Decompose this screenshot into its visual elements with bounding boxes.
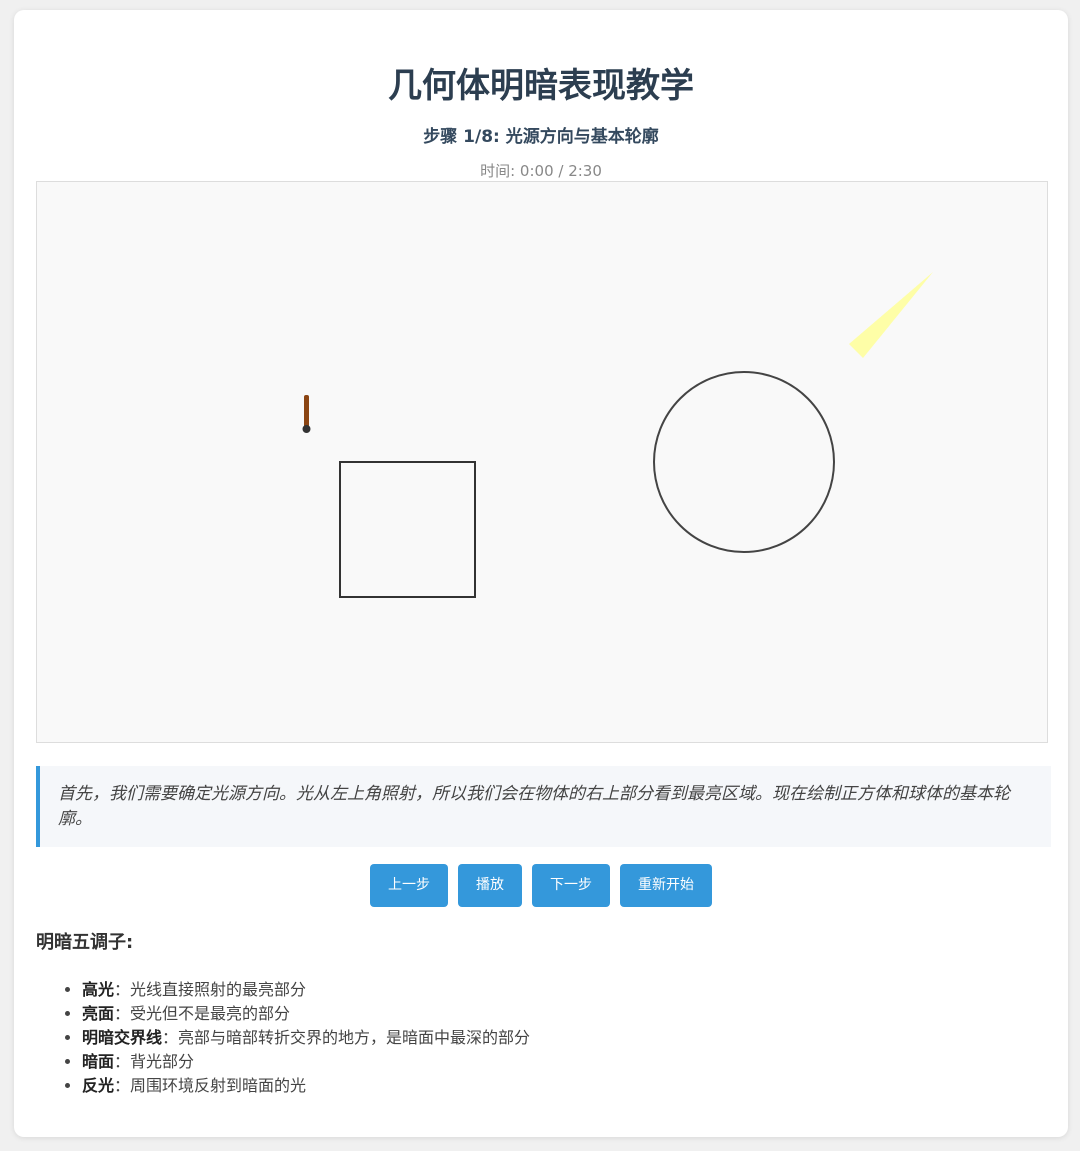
play-button[interactable]: 播放 bbox=[458, 864, 522, 907]
tone-separator: ： bbox=[162, 1028, 179, 1047]
tone-separator: ： bbox=[114, 980, 131, 999]
tone-separator: ： bbox=[114, 1004, 131, 1023]
sphere-outline bbox=[653, 371, 835, 553]
tone-term: 亮面 bbox=[82, 1004, 115, 1023]
list-item: 明暗交界线：亮部与暗部转折交界的地方，是暗面中最深的部分 bbox=[82, 1026, 530, 1050]
pencil-body bbox=[304, 395, 309, 429]
step-description-text: 首先，我们需要确定光源方向。光从左上角照射，所以我们会在物体的右上部分看到最亮区… bbox=[58, 783, 1010, 829]
list-item: 反光：周围环境反射到暗面的光 bbox=[82, 1074, 530, 1098]
cube-outline bbox=[339, 461, 476, 598]
tone-description: 背光部分 bbox=[130, 1052, 195, 1071]
list-item: 亮面：受光但不是最亮的部分 bbox=[82, 1002, 530, 1026]
list-item: 暗面：背光部分 bbox=[82, 1050, 530, 1074]
tone-term: 明暗交界线 bbox=[82, 1028, 163, 1047]
tone-term: 高光 bbox=[82, 980, 115, 999]
list-item: 高光：光线直接照射的最亮部分 bbox=[82, 978, 530, 1002]
playback-controls: 上一步 播放 下一步 重新开始 bbox=[14, 864, 1068, 907]
tone-term: 暗面 bbox=[82, 1052, 115, 1071]
tone-term: 反光 bbox=[82, 1076, 115, 1095]
prev-step-button[interactable]: 上一步 bbox=[370, 864, 448, 907]
tone-separator: ： bbox=[114, 1052, 131, 1071]
drawing-svg bbox=[302, 272, 933, 598]
tones-heading: 明暗五调子: bbox=[36, 932, 134, 953]
restart-button[interactable]: 重新开始 bbox=[620, 864, 712, 907]
step-title: 步骤 1/8: 光源方向与基本轮廓 bbox=[423, 127, 659, 147]
page-title: 几何体明暗表现教学 bbox=[388, 66, 694, 106]
tone-description: 受光但不是最亮的部分 bbox=[130, 1004, 291, 1023]
tone-description: 周围环境反射到暗面的光 bbox=[130, 1076, 307, 1095]
tone-description: 光线直接照射的最亮部分 bbox=[130, 980, 307, 999]
next-step-button[interactable]: 下一步 bbox=[532, 864, 610, 907]
lesson-card: 几何体明暗表现教学 步骤 1/8: 光源方向与基本轮廓 时间: 0:00 / 2… bbox=[14, 10, 1068, 1137]
tone-separator: ： bbox=[114, 1076, 131, 1095]
time-display: 时间: 0:00 / 2:30 bbox=[480, 162, 602, 180]
pencil-tip bbox=[302, 425, 311, 433]
tone-description: 亮部与暗部转折交界的地方，是暗面中最深的部分 bbox=[178, 1028, 531, 1047]
drawing-canvas bbox=[36, 181, 1048, 743]
light-beam bbox=[849, 272, 933, 358]
step-description: 首先，我们需要确定光源方向。光从左上角照射，所以我们会在物体的右上部分看到最亮区… bbox=[36, 766, 1051, 847]
tones-list: 高光：光线直接照射的最亮部分 亮面：受光但不是最亮的部分 明暗交界线：亮部与暗部… bbox=[36, 978, 530, 1098]
